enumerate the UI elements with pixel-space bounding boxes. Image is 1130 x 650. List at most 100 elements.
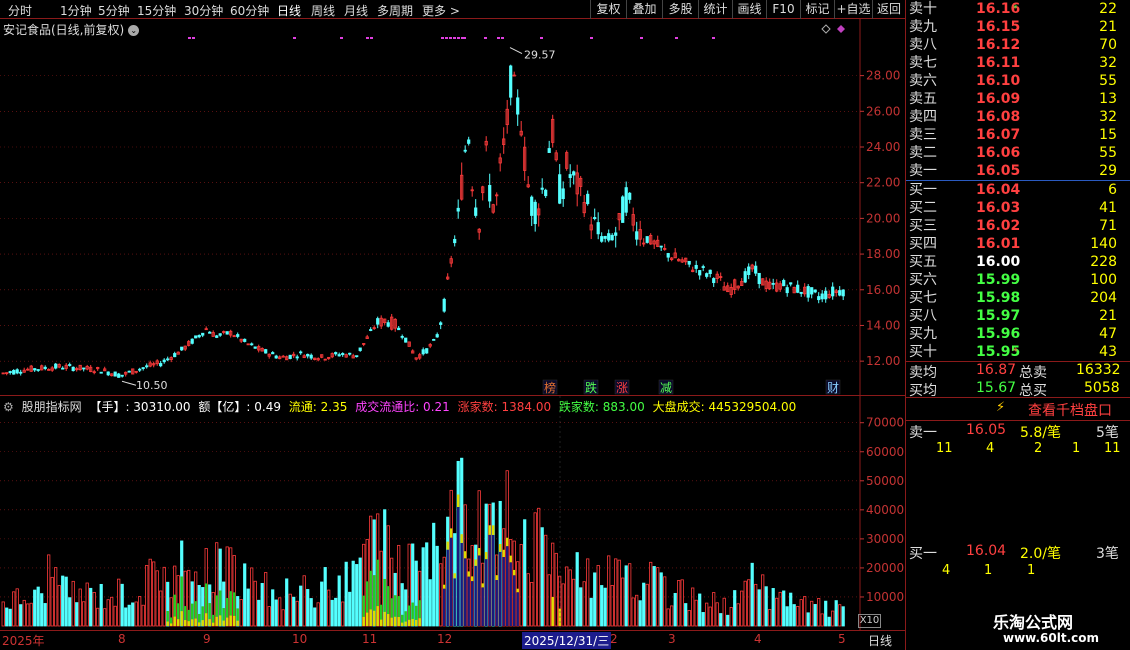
volume-bar [817,598,821,627]
volume-bar [729,607,733,627]
bid-row[interactable]: 买八 15.97 21 [906,307,1130,325]
bid-row[interactable]: 买六 15.99 100 [906,271,1130,289]
candle-body [747,266,751,276]
volume-bar [432,522,436,627]
volume-bar [827,616,831,627]
stats-button[interactable]: 统计 [698,0,732,19]
period-tab-5min[interactable]: 5分钟 [98,2,130,19]
order-mark-icon: * [1013,347,1018,357]
period-tab-30min[interactable]: 30分钟 [184,2,223,19]
volume-bar [785,606,789,627]
ask-row[interactable]: 卖六 16.10 55 [906,72,1130,90]
order-level-label: 卖四 [909,109,937,125]
bid-row[interactable]: 买七 15.98 204 [906,289,1130,307]
period-tab-more[interactable]: 更多 > [422,2,460,19]
thousand-level-button[interactable]: 查看千档盘口 [1028,400,1112,420]
period-tab-daily[interactable]: 日线 [277,2,301,19]
bid-row[interactable]: 买二 16.03 41 [906,199,1130,217]
chevron-down-icon[interactable]: ⌄ [128,25,140,36]
candle-body [138,368,142,371]
ask-row[interactable]: 卖八 16.12 70 [906,36,1130,54]
volume-bar [92,592,96,627]
ask-row[interactable]: 卖三 16.07 15 [906,126,1130,144]
multi-stock-button[interactable]: 多股 [662,0,698,19]
period-tab-monthly[interactable]: 月线 [344,2,368,19]
candle-body [8,371,12,374]
add-watchlist-button[interactable]: +自选 [834,0,872,19]
yellow-bar [488,525,491,535]
yellow-bar [551,596,554,626]
sell1-price: 16.05 [966,422,1007,438]
indicator-gear-icon[interactable]: ⚙ [3,400,14,414]
period-tab-15min[interactable]: 15分钟 [137,2,176,19]
detail-separator [906,420,1130,421]
candle-body [355,355,359,358]
volume-chart[interactable]: 70000 60000 50000 40000 30000 20000 10000 [0,396,905,630]
bid-row[interactable]: 买三 16.02 71 [906,217,1130,235]
yellow-bar [443,584,446,589]
navy-bar [457,507,460,626]
candle-body [54,363,58,369]
period-tab-fenshi[interactable]: 分时 [8,2,32,19]
volume-bars-group [1,457,845,627]
yellow-bar [467,571,470,577]
candle-body [141,367,145,369]
navy-bar [450,537,453,626]
ask-row[interactable]: 卖四 16.08 32 [906,108,1130,126]
bid-row[interactable]: 买十 15.95 43 * [906,343,1130,361]
fuquan-button[interactable]: 复权 [590,0,626,19]
order-level-label: 买九 [909,326,937,342]
signal-dot [457,37,460,39]
period-tab-multi[interactable]: 多周期 [377,2,413,19]
candle-body [376,318,380,325]
period-tab-weekly[interactable]: 周线 [311,2,335,19]
back-button[interactable]: 返回 [872,0,905,19]
indicator-name[interactable]: 股朋指标网 [22,400,82,414]
period-tab-1min[interactable]: 1分钟 [60,2,92,19]
signal-dot [590,37,593,39]
volume-bar [684,603,688,627]
volume-bar [152,561,156,627]
overlay-button[interactable]: 叠加 [626,0,662,19]
bid-row[interactable]: 买四 16.01 140 [906,235,1130,253]
order-price: 16.08 [976,109,1021,125]
indicator-e: 额【亿】: 0.49 [198,400,281,414]
kline-chart[interactable]: 28.00 26.00 24.00 22.00 20.00 18.00 16.00 14.00… [0,19,905,396]
sell1-order: 11 [1104,441,1121,456]
candle-body [218,333,222,336]
bid-row[interactable]: 买九 15.96 47 [906,325,1130,343]
yellow-bar [187,621,190,626]
ask-row[interactable]: 卖一 16.05 29 [906,162,1130,180]
ask-row[interactable]: 卖七 16.11 32 [906,54,1130,72]
volume-bar [334,597,338,627]
ask-row[interactable]: 卖十 16.16 22 * [906,0,1130,18]
volume-bar [306,589,310,627]
volume-bar [71,580,75,627]
candle-body [568,174,572,179]
order-qty: 228 [1090,254,1117,270]
draw-line-button[interactable]: 画线 [732,0,766,19]
signal-dot [484,37,487,39]
candle-body [236,334,240,337]
ask-row[interactable]: 卖二 16.06 55 [906,144,1130,162]
x-label: 5 [838,632,846,646]
volume-bar [145,565,149,627]
mark-button[interactable]: 标记 [800,0,834,19]
candle-body [274,355,278,359]
candle-body [341,353,345,356]
bid-row[interactable]: 买一 16.04 6 [906,181,1130,199]
bid-row[interactable]: 买五 16.00 228 [906,253,1130,271]
order-level-label: 买三 [909,218,937,234]
volume-bar [635,594,639,627]
candle-body [586,193,590,205]
volume-bar [274,599,278,627]
order-qty: 47 [1099,326,1117,342]
ask-row[interactable]: 卖五 16.09 13 [906,90,1130,108]
volume-bar [656,567,660,627]
period-tab-60min[interactable]: 60分钟 [230,2,269,19]
signal-dot [366,37,369,39]
signal-dot [192,37,195,39]
candle-body [544,189,548,197]
ask-row[interactable]: 卖九 16.15 21 [906,18,1130,36]
f10-button[interactable]: F10 [766,0,800,19]
